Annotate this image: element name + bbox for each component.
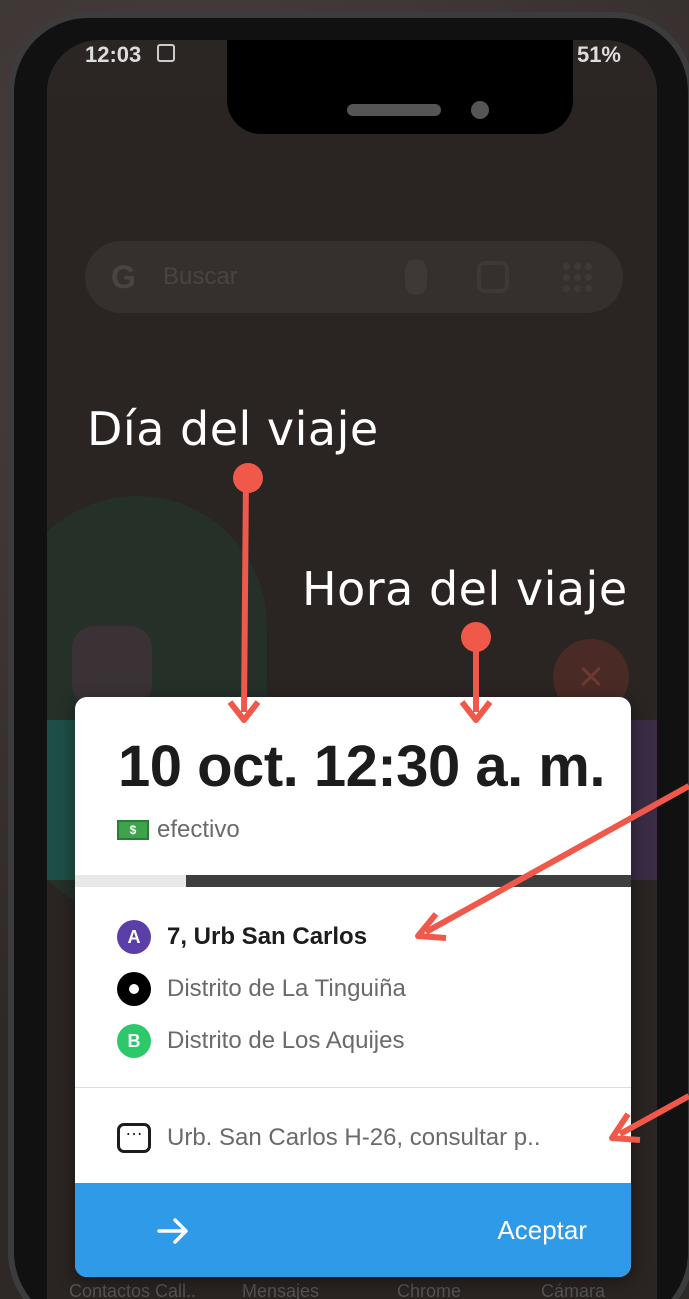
route-stop-waypoint: Distrito de La Tinguiña: [117, 971, 406, 1007]
google-search-bar[interactable]: G Buscar: [85, 241, 623, 313]
stop-b-badge: B: [117, 1024, 151, 1058]
waypoint-dot-icon: [117, 972, 151, 1006]
stop-origin-label: 7, Urb San Carlos: [167, 923, 368, 950]
trip-datetime: 10 oct. 12:30 a. m.: [118, 734, 605, 799]
lens-icon[interactable]: [477, 261, 509, 293]
route-stop-destination: B Distrito de Los Aquijes: [117, 1023, 404, 1059]
front-camera: [471, 101, 489, 119]
divider: [75, 1087, 631, 1088]
speaker-grille: [347, 104, 441, 116]
stop-waypoint-label: Distrito de La Tinguiña: [167, 975, 406, 1002]
passenger-comment: Urb. San Carlos H-26, consultar p..: [167, 1124, 541, 1151]
google-icon: G: [111, 259, 136, 295]
app-icon[interactable]: [72, 626, 152, 706]
arrow-right-icon: [153, 1211, 193, 1251]
accept-label: Aceptar: [497, 1215, 587, 1245]
mic-icon[interactable]: [405, 259, 427, 295]
cash-icon: $: [117, 820, 149, 840]
timer-progress-bar: [75, 875, 631, 887]
annotation-day-label: Día del viaje: [87, 402, 379, 456]
route-stop-origin: A 7, Urb San Carlos: [117, 919, 367, 955]
timer-progress-fill: [75, 875, 187, 887]
battery-level: 51%: [576, 42, 621, 67]
payment-method: efectivo: [157, 816, 240, 843]
trip-request-card[interactable]: 10 oct. 12:30 a. m. $ efectivo A 7, Urb …: [75, 697, 631, 1277]
stop-destination-label: Distrito de Los Aquijes: [167, 1027, 405, 1054]
search-placeholder: Buscar: [163, 263, 238, 290]
dock-label-chrome[interactable]: Chrome: [397, 1281, 461, 1299]
apps-grid-icon[interactable]: [561, 261, 593, 293]
dock-label-messages[interactable]: Mensajes: [242, 1281, 319, 1299]
payment-method-row: $ efectivo: [117, 815, 240, 845]
accept-button[interactable]: Aceptar: [75, 1183, 631, 1277]
notification-icon: [157, 44, 175, 62]
dock-label-camera[interactable]: Cámara: [541, 1281, 605, 1299]
annotation-time-label: Hora del viaje: [302, 562, 628, 616]
chat-bubble-icon: [117, 1119, 151, 1153]
dock-label-contacts[interactable]: Contactos Call..: [69, 1281, 196, 1299]
stop-a-badge: A: [117, 920, 151, 954]
passenger-comment-row: Urb. San Carlos H-26, consultar p..: [117, 1119, 541, 1156]
camera-notch: [227, 40, 573, 134]
status-time: 12:03: [85, 42, 142, 67]
